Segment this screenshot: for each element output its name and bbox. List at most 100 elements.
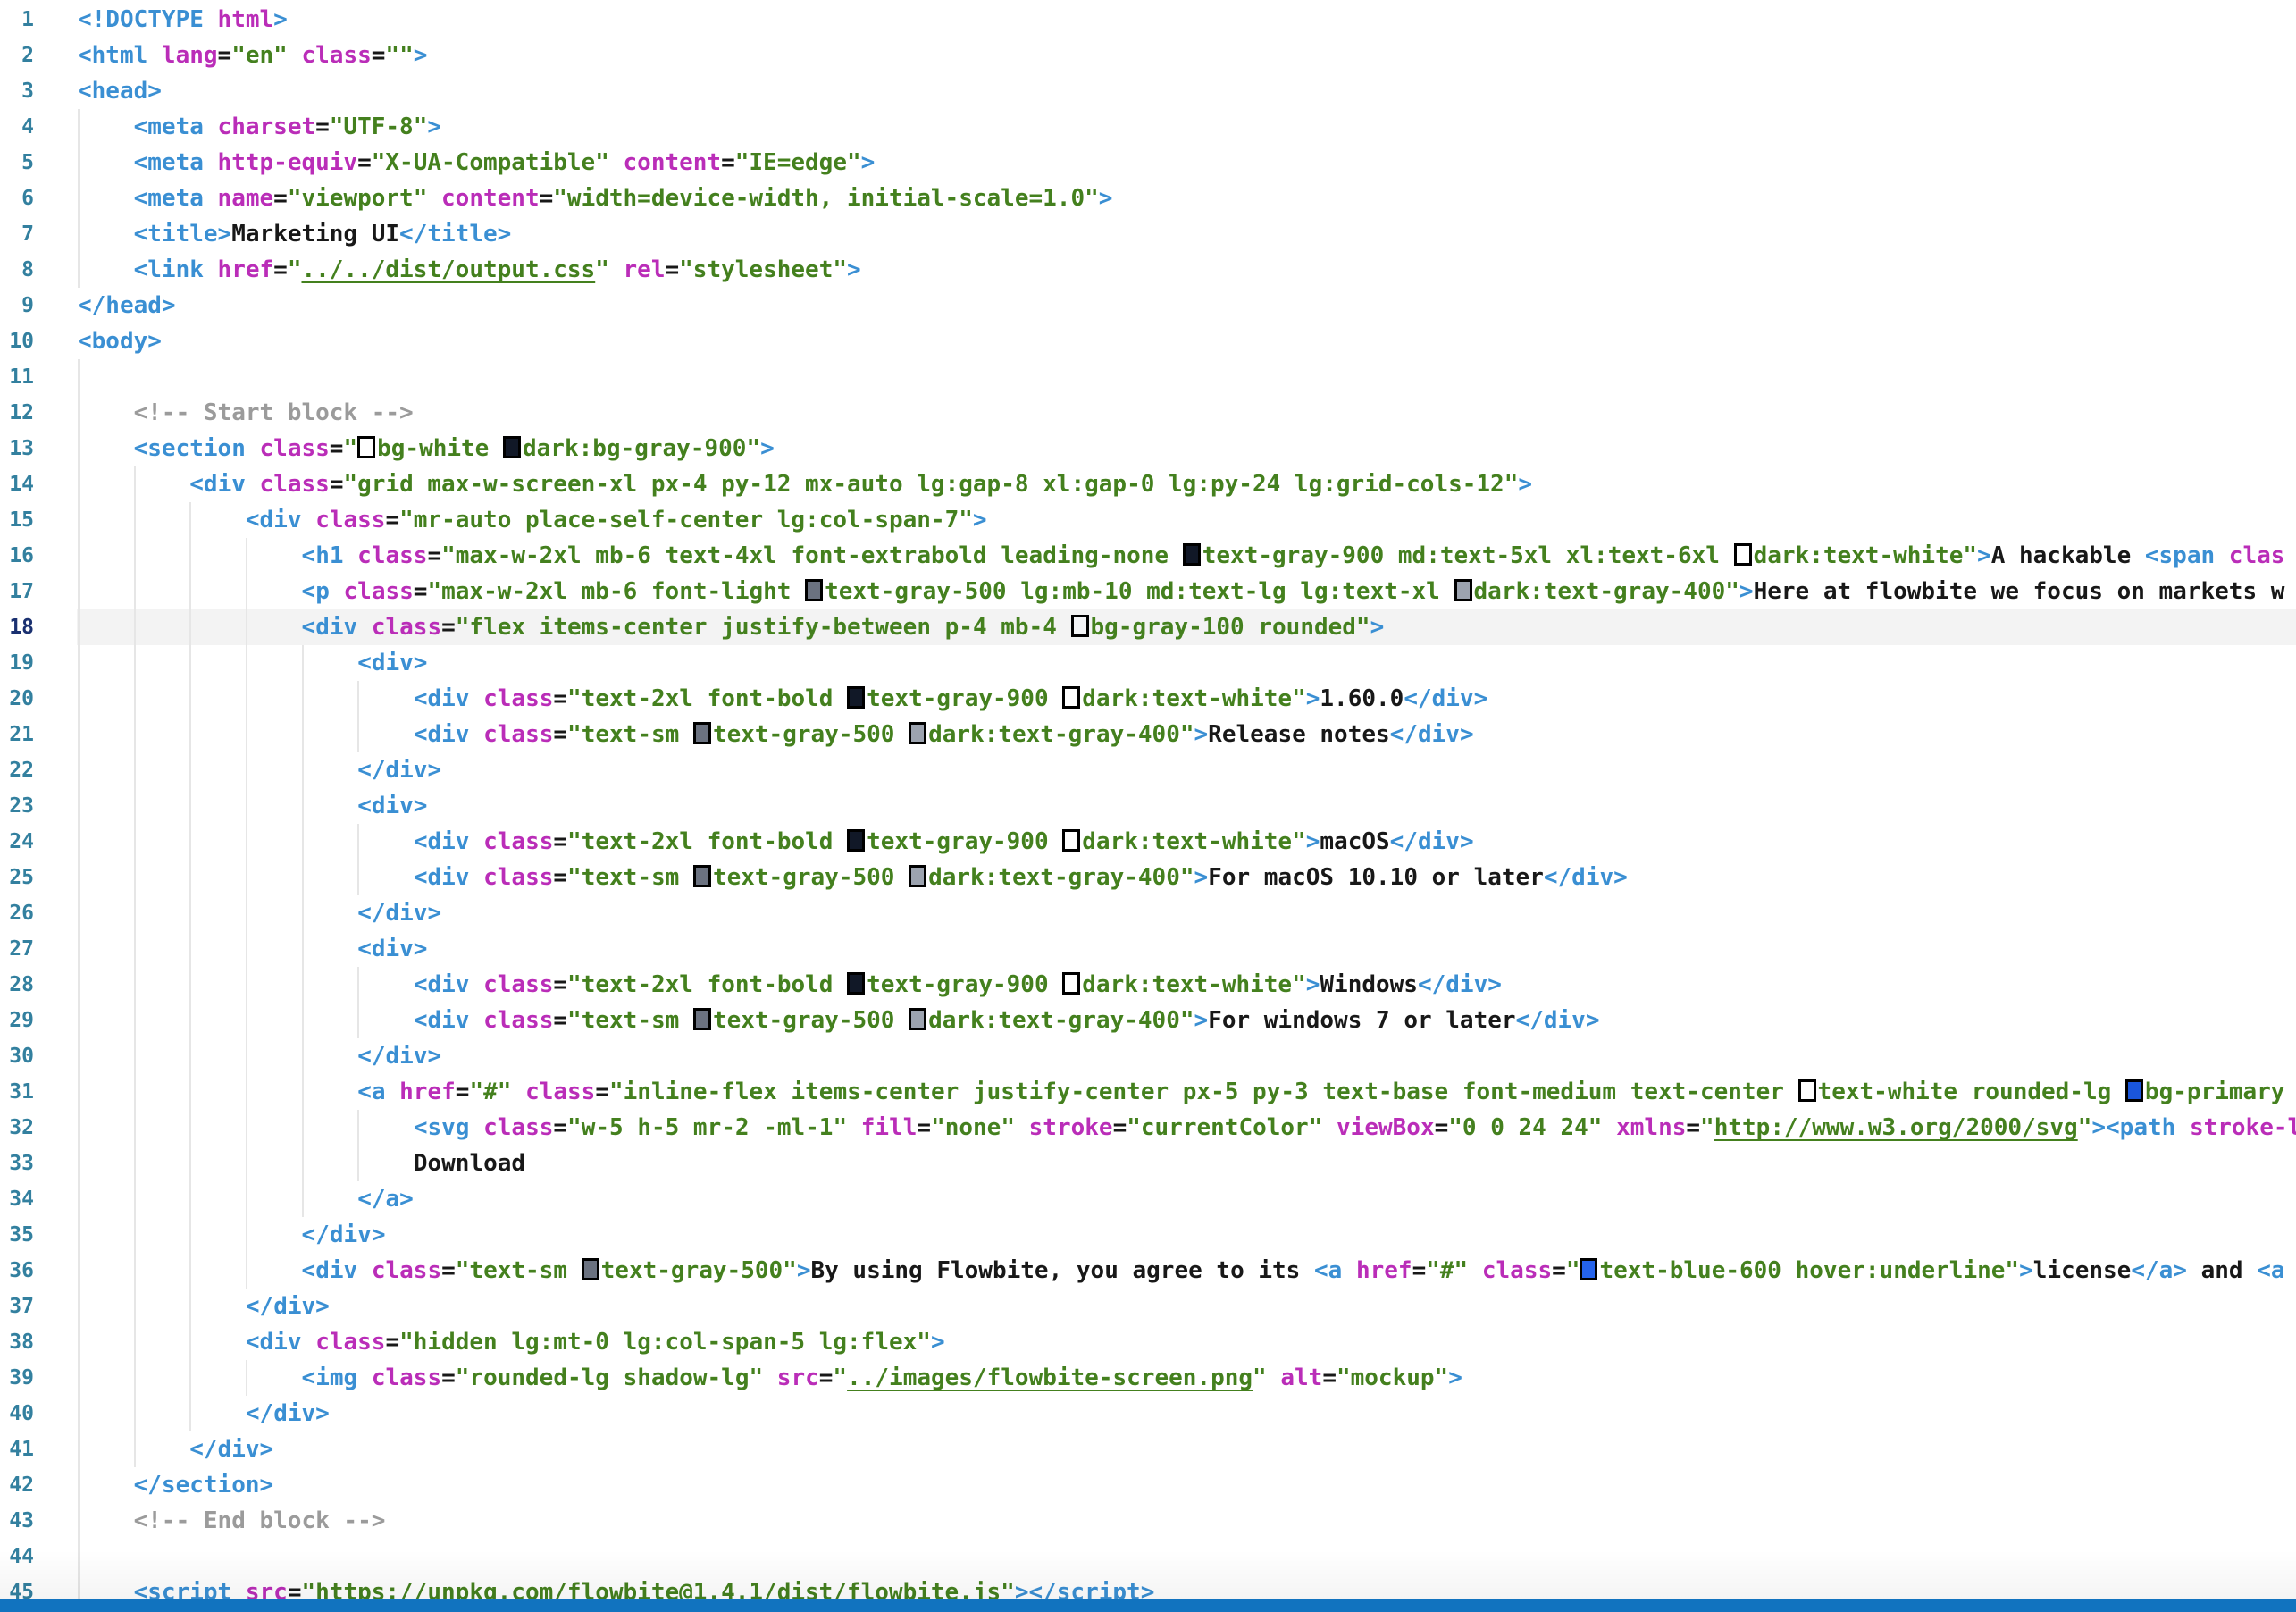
color-swatch[interactable] [847,829,865,852]
color-swatch[interactable] [1071,615,1089,637]
line-number[interactable]: 29 [0,1003,34,1038]
color-swatch[interactable] [847,686,865,709]
line-number[interactable]: 20 [0,681,34,717]
color-swatch[interactable] [847,972,865,995]
color-swatch[interactable] [582,1258,599,1280]
code-line[interactable]: 4<meta charset="UTF-8"> [0,109,2296,145]
code-line[interactable]: 38<div class="hidden lg:mt-0 lg:col-span… [0,1324,2296,1360]
code-line[interactable]: 18<div class="flex items-center justify-… [0,609,2296,645]
code-line[interactable]: 43<!-- End block --> [0,1503,2296,1539]
code-line[interactable]: 40</div> [0,1396,2296,1431]
line-number[interactable]: 26 [0,895,34,931]
code-line[interactable]: 33Download [0,1146,2296,1181]
code-line[interactable]: 21<div class="text-sm text-gray-500 dark… [0,717,2296,752]
color-swatch[interactable] [1062,686,1080,709]
line-number[interactable]: 1 [0,2,34,38]
code-line[interactable]: 12<!-- Start block --> [0,395,2296,431]
code-line[interactable]: 32<svg class="w-5 h-5 mr-2 -ml-1" fill="… [0,1110,2296,1146]
line-number[interactable]: 14 [0,466,34,502]
line-number[interactable]: 36 [0,1253,34,1289]
line-number[interactable]: 15 [0,502,34,538]
code-line[interactable]: 10<body> [0,323,2296,359]
line-number[interactable]: 28 [0,967,34,1003]
code-line[interactable]: 29<div class="text-sm text-gray-500 dark… [0,1003,2296,1038]
color-swatch[interactable] [1062,829,1080,852]
code-line[interactable]: 1<!DOCTYPE html> [0,2,2296,38]
line-number[interactable]: 37 [0,1289,34,1324]
code-line[interactable]: 19<div> [0,645,2296,681]
line-number[interactable]: 24 [0,824,34,860]
line-number[interactable]: 38 [0,1324,34,1360]
code-editor[interactable]: 1<!DOCTYPE html>2<html lang="en" class="… [0,2,2296,1610]
code-line[interactable]: 20<div class="text-2xl font-bold text-gr… [0,681,2296,717]
line-number[interactable]: 2 [0,38,34,73]
line-number[interactable]: 32 [0,1110,34,1146]
color-swatch[interactable] [693,865,711,887]
code-line[interactable]: 16<h1 class="max-w-2xl mb-6 text-4xl fon… [0,538,2296,574]
color-swatch[interactable] [503,436,521,458]
line-number[interactable]: 33 [0,1146,34,1181]
line-number[interactable]: 41 [0,1431,34,1467]
line-number[interactable]: 31 [0,1074,34,1110]
line-number[interactable]: 34 [0,1181,34,1217]
line-number[interactable]: 27 [0,931,34,967]
code-line[interactable]: 5<meta http-equiv="X-UA-Compatible" cont… [0,145,2296,181]
line-number[interactable]: 12 [0,395,34,431]
code-line[interactable]: 37</div> [0,1289,2296,1324]
color-swatch[interactable] [1062,972,1080,995]
code-line[interactable]: 15<div class="mr-auto place-self-center … [0,502,2296,538]
code-line[interactable]: 3<head> [0,73,2296,109]
code-line[interactable]: 44 [0,1539,2296,1574]
color-swatch[interactable] [805,579,823,601]
code-line[interactable]: 9</head> [0,288,2296,323]
line-number[interactable]: 23 [0,788,34,824]
line-number[interactable]: 39 [0,1360,34,1396]
line-number[interactable]: 40 [0,1396,34,1431]
code-line[interactable]: 31<a href="#" class="inline-flex items-c… [0,1074,2296,1110]
line-number[interactable]: 42 [0,1467,34,1503]
line-number[interactable]: 44 [0,1539,34,1574]
code-line[interactable]: 39<img class="rounded-lg shadow-lg" src=… [0,1360,2296,1396]
code-line[interactable]: 14<div class="grid max-w-screen-xl px-4 … [0,466,2296,502]
code-line[interactable]: 7<title>Marketing UI</title> [0,216,2296,252]
line-number[interactable]: 5 [0,145,34,181]
color-swatch[interactable] [357,436,375,458]
code-line[interactable]: 34</a> [0,1181,2296,1217]
line-number[interactable]: 6 [0,181,34,216]
line-number[interactable]: 7 [0,216,34,252]
code-line[interactable]: 26</div> [0,895,2296,931]
color-swatch[interactable] [909,722,926,744]
code-line[interactable]: 36<div class="text-sm text-gray-500">By … [0,1253,2296,1289]
line-number[interactable]: 21 [0,717,34,752]
line-number[interactable]: 19 [0,645,34,681]
line-number[interactable]: 9 [0,288,34,323]
code-line[interactable]: 25<div class="text-sm text-gray-500 dark… [0,860,2296,895]
code-line[interactable]: 13<section class="bg-white dark:bg-gray-… [0,431,2296,466]
code-line[interactable]: 8<link href="../../dist/output.css" rel=… [0,252,2296,288]
code-line[interactable]: 30</div> [0,1038,2296,1074]
code-line[interactable]: 35</div> [0,1217,2296,1253]
color-swatch[interactable] [1734,543,1752,566]
color-swatch[interactable] [1580,1258,1597,1280]
line-number[interactable]: 10 [0,323,34,359]
color-swatch[interactable] [909,1008,926,1030]
color-swatch[interactable] [1454,579,1472,601]
line-number[interactable]: 43 [0,1503,34,1539]
color-swatch[interactable] [909,865,926,887]
line-number[interactable]: 13 [0,431,34,466]
code-line[interactable]: 28<div class="text-2xl font-bold text-gr… [0,967,2296,1003]
line-number[interactable]: 25 [0,860,34,895]
color-swatch[interactable] [693,722,711,744]
color-swatch[interactable] [693,1008,711,1030]
line-number[interactable]: 22 [0,752,34,788]
line-number[interactable]: 35 [0,1217,34,1253]
color-swatch[interactable] [2125,1079,2143,1102]
color-swatch[interactable] [1798,1079,1816,1102]
code-line[interactable]: 22</div> [0,752,2296,788]
code-line[interactable]: 23<div> [0,788,2296,824]
line-number[interactable]: 8 [0,252,34,288]
line-number[interactable]: 30 [0,1038,34,1074]
line-number[interactable]: 18 [0,609,34,645]
line-number[interactable]: 3 [0,73,34,109]
line-number[interactable]: 4 [0,109,34,145]
